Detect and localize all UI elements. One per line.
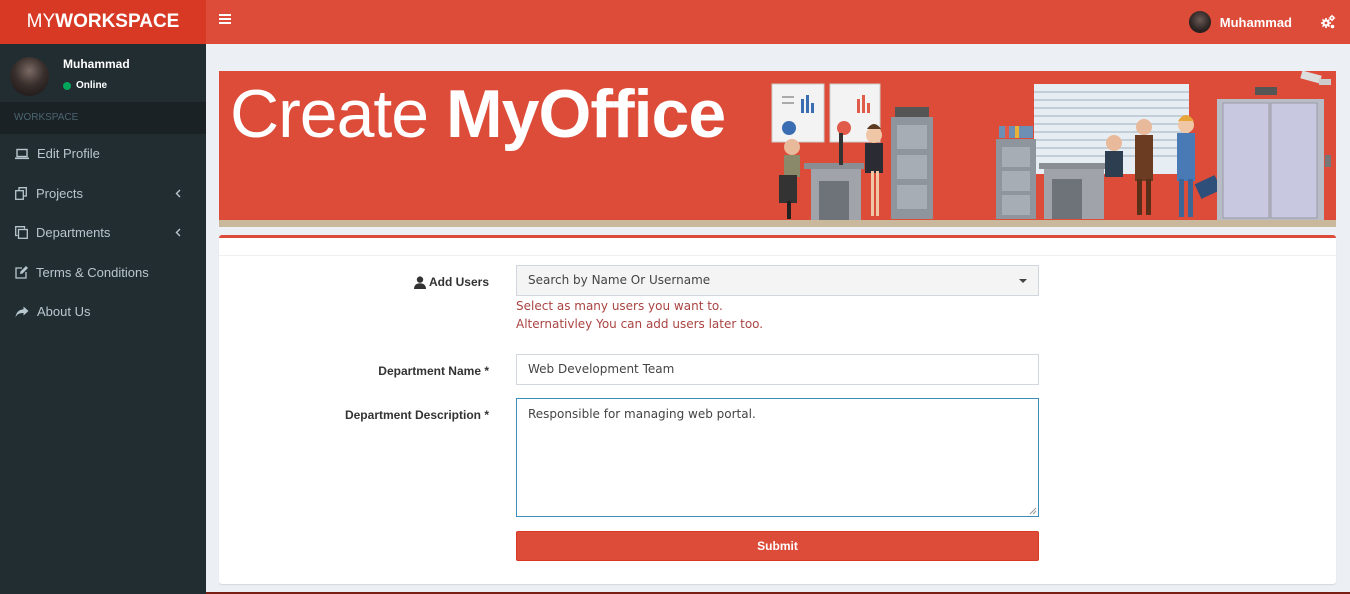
sidebar-item-label: Projects [36,185,83,201]
sidebar-item-departments[interactable]: Departments [0,213,206,253]
banner-floor [219,220,1336,227]
logo-bold-text: WORKSPACE [55,11,180,32]
laptop-icon [15,148,29,159]
files-icon [15,226,28,240]
sidebar-item-label: About Us [37,304,91,320]
edit-icon [15,265,28,279]
status-text: Online [76,80,108,91]
avatar [10,57,49,96]
sidebar-item-terms[interactable]: Terms & Conditions [0,253,206,293]
app-logo[interactable]: MY WORKSPACE [0,0,206,44]
add-users-help-1: Select as many users you want to. [516,299,723,313]
sidebar-toggle-icon[interactable] [219,14,231,26]
sidebar-item-projects[interactable]: Projects [0,174,206,214]
sidebar: Muhammad Online WORKSPACE Edit Profile P… [0,44,206,594]
sidebar-item-label: Edit Profile [37,146,100,162]
sidebar-menu: Edit Profile Projects Departments Terms … [0,134,206,332]
resize-handle-icon[interactable] [1029,507,1037,515]
sidebar-section-header: WORKSPACE [0,102,206,134]
department-name-label: Department Name * [378,364,489,378]
add-users-select[interactable]: Search by Name Or Username [516,265,1039,296]
department-name-input[interactable]: Web Development Team [516,354,1039,385]
copy-icon [15,186,27,200]
add-users-label: Add Users [413,275,489,289]
sidebar-user-name: Muhammad [63,57,130,71]
submit-button[interactable]: Submit [516,531,1039,561]
sidebar-item-about[interactable]: About Us [0,292,206,332]
add-users-label-text: Add Users [428,275,489,289]
user-icon [413,275,426,289]
share-icon [15,306,29,318]
header-username: Muhammad [1219,14,1292,30]
sidebar-item-label: Terms & Conditions [36,264,149,280]
box-header-divider [219,255,1336,256]
add-users-help-2: Alternativley You can add users later to… [516,317,764,331]
department-description-textarea[interactable]: Responsible for managing web portal. [516,398,1039,517]
office-illustration [771,71,1331,221]
sidebar-item-edit-profile[interactable]: Edit Profile [0,134,206,174]
gears-icon[interactable] [1320,14,1336,30]
department-description-label: Department Description * [344,408,489,422]
department-description-text: Responsible for managing web portal. [528,407,756,421]
chevron-left-icon [175,228,181,237]
top-navbar: Muhammad [206,0,1350,44]
sidebar-item-label: Departments [36,225,111,241]
status-badge: Online [63,80,107,91]
add-users-placeholder: Search by Name Or Username [528,273,711,287]
department-form-box: Add Users Search by Name Or Username Sel… [219,235,1336,584]
avatar [1188,11,1211,33]
online-dot-icon [63,81,71,90]
logo-light-text: MY [26,11,56,32]
dropdown-caret-icon [1019,279,1027,283]
user-panel: Muhammad Online [0,44,206,102]
user-menu[interactable]: Muhammad [1188,11,1292,33]
chevron-left-icon [175,189,181,197]
office-banner: Create MyOffice [219,71,1336,227]
